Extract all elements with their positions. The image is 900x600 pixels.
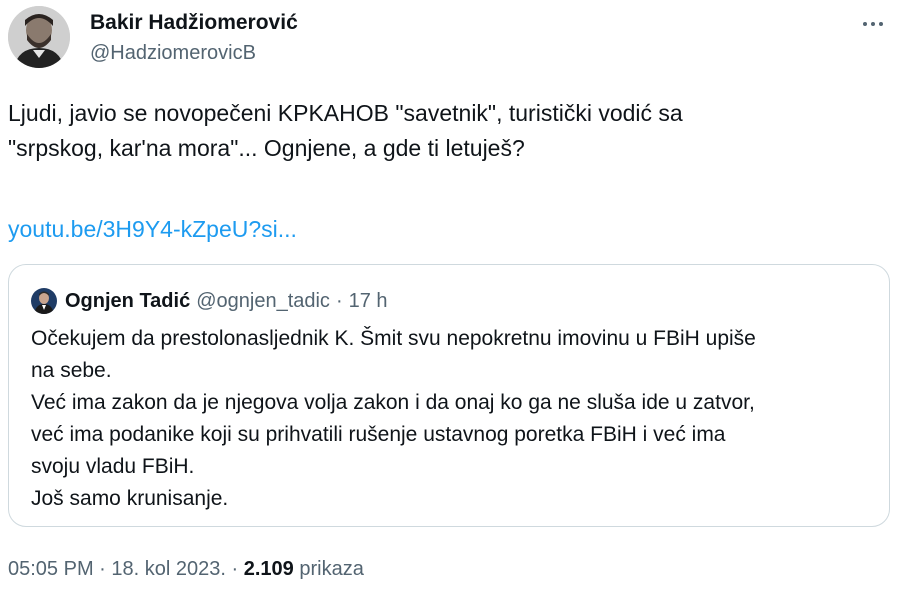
quoted-text-line: svoju vladu FBiH. (31, 455, 195, 478)
quoted-tweet-text: Očekujem da prestolonasljednik K. Šmit s… (31, 323, 881, 515)
views-label: prikaza (299, 558, 364, 580)
quoted-author-handle[interactable]: @ognjen_tadic (196, 290, 330, 313)
quoted-text-line: Još samo krunisanje. (31, 487, 229, 510)
tweet-meta: 05:05 PM · 18. kol 2023. · 2.109 prikaza (8, 556, 364, 582)
tweet-date[interactable]: 18. kol 2023. (111, 558, 226, 580)
tweet-text: Ljudi, javio se novopečeni KPKAHOB "save… (8, 96, 878, 166)
quoted-text-line: na sebe. (31, 359, 112, 382)
quoted-tweet-card[interactable]: Ognjen Tadić @ognjen_tadic · 17 h Očekuj… (8, 264, 890, 527)
separator-dot: · (231, 558, 239, 580)
quoted-author-avatar[interactable] (31, 288, 57, 314)
quoted-tweet-header: Ognjen Tadić @ognjen_tadic · 17 h (31, 287, 388, 315)
more-options-icon[interactable] (858, 12, 888, 36)
dot (871, 22, 875, 26)
author-avatar[interactable] (8, 6, 70, 68)
quoted-text-line: Očekujem da prestolonasljednik K. Šmit s… (31, 327, 756, 350)
tweet-time[interactable]: 05:05 PM (8, 558, 94, 580)
quoted-text-line: već ima podanike koji su prihvatili ruše… (31, 423, 726, 446)
separator-dot: · (335, 289, 343, 312)
quoted-text-line: Već ima zakon da je njegova volja zakon … (31, 391, 755, 414)
profile-photo-icon (31, 288, 57, 314)
tweet-header: Bakir Hadžiomerović @HadziomerovicB (8, 6, 892, 70)
dot (863, 22, 867, 26)
tweet-text-line: Ljudi, javio se novopečeni KPKAHOB "save… (8, 100, 683, 126)
quoted-tweet-time[interactable]: 17 h (349, 290, 388, 313)
author-handle[interactable]: @HadziomerovicB (90, 40, 298, 66)
author-display-name[interactable]: Bakir Hadžiomerović (90, 10, 298, 36)
youtube-link[interactable]: youtu.be/3H9Y4-kZpeU?si... (8, 212, 297, 247)
quoted-author-display-name[interactable]: Ognjen Tadić (65, 290, 190, 313)
dot (879, 22, 883, 26)
tweet-text-line: "srpskog, kar'na mora"... Ognjene, a gde… (8, 135, 525, 161)
views-count: 2.109 (243, 558, 294, 580)
author-info: Bakir Hadžiomerović @HadziomerovicB (90, 10, 298, 66)
separator-dot: · (99, 558, 106, 580)
profile-photo-icon (8, 6, 70, 68)
